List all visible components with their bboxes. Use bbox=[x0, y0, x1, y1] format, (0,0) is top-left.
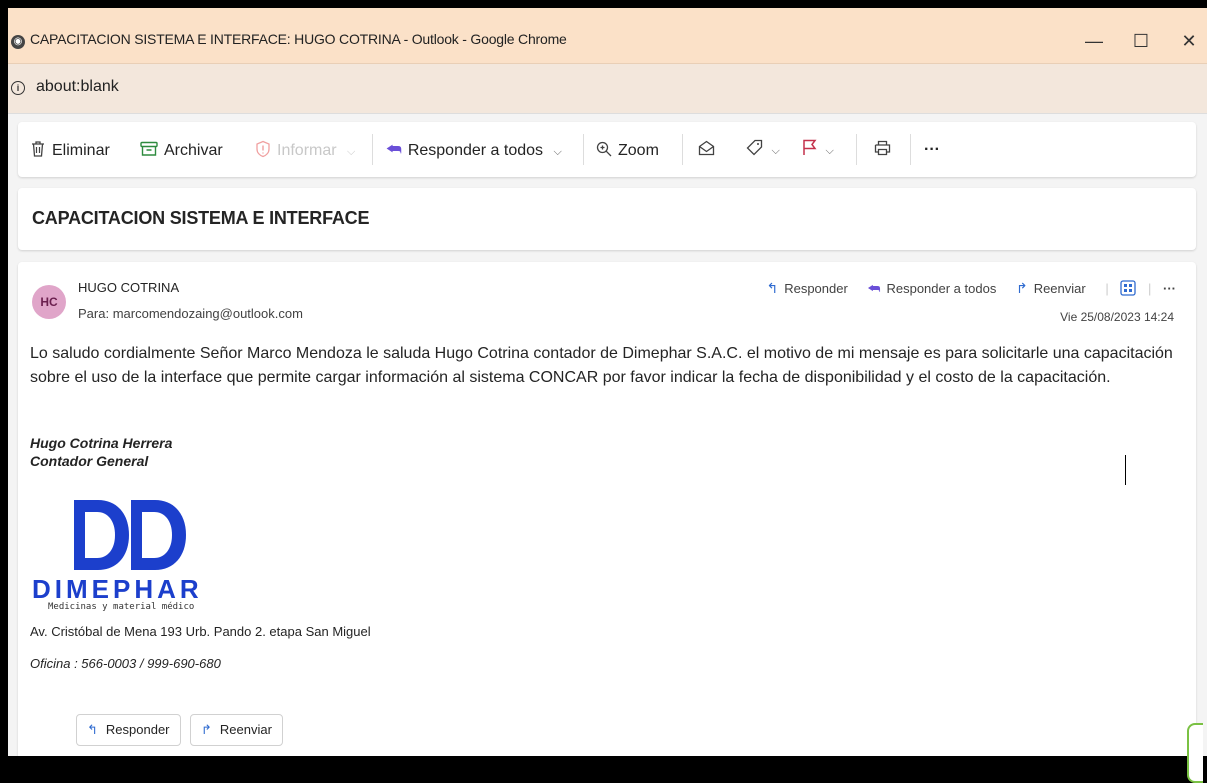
sender-name[interactable]: HUGO COTRINA bbox=[78, 280, 179, 295]
signature-role: Contador General bbox=[30, 453, 149, 469]
outlook-reading-pane: Eliminar Archivar Informar ⌵ ⮪ Responder … bbox=[8, 114, 1207, 756]
flag-button[interactable]: ⌵ bbox=[802, 122, 834, 177]
divider bbox=[682, 134, 683, 165]
message-toolbar: Eliminar Archivar Informar ⌵ ⮪ Responder … bbox=[18, 122, 1196, 177]
chevron-down-icon: ⌵ bbox=[825, 145, 834, 157]
recipient-email[interactable]: marcomendozaing@outlook.com bbox=[113, 306, 303, 321]
avatar[interactable]: HC bbox=[32, 285, 66, 319]
signature-phone: Oficina : 566-0003 / 999-690-680 bbox=[30, 656, 221, 671]
report-button[interactable]: Informar ⌵ bbox=[255, 122, 355, 177]
reply-icon: ↰ bbox=[766, 280, 779, 296]
minimize-button[interactable]: — bbox=[1079, 28, 1109, 54]
more-actions-button[interactable]: ··· bbox=[924, 122, 940, 177]
archive-button[interactable]: Archivar bbox=[140, 122, 223, 177]
zoom-button[interactable]: Zoom bbox=[596, 122, 659, 177]
shield-alert-icon bbox=[255, 122, 271, 177]
flag-icon bbox=[802, 139, 821, 158]
divider: | bbox=[1105, 281, 1109, 296]
close-button[interactable]: ✕ bbox=[1174, 28, 1204, 54]
signature-block: Hugo Cotrina Herrera Contador General bbox=[30, 434, 172, 470]
delete-button[interactable]: Eliminar bbox=[30, 122, 110, 177]
message-date: Vie 25/08/2023 14:24 bbox=[1060, 310, 1174, 324]
zoom-icon bbox=[596, 122, 612, 177]
reply-all-header-button[interactable]: ⮪ Responder a todos bbox=[867, 280, 997, 296]
forward-button[interactable]: ↱ Reenviar bbox=[1015, 280, 1086, 296]
signature-address: Av. Cristóbal de Mena 193 Urb. Pando 2. … bbox=[30, 624, 371, 639]
to-label: Para: bbox=[78, 306, 110, 321]
trash-icon bbox=[30, 122, 46, 177]
message-body: Lo saludo cordialmente Señor Marco Mendo… bbox=[30, 345, 1173, 386]
footer-reply-button[interactable]: ↰ Responder bbox=[76, 714, 181, 746]
subject-bar: CAPACITACION SISTEMA E INTERFACE bbox=[18, 188, 1196, 250]
dd-logo-mark bbox=[74, 500, 186, 570]
printer-icon bbox=[874, 140, 891, 158]
recipient-line: Para: marcomendozaing@outlook.com bbox=[78, 306, 303, 321]
footer-reply-label: Responder bbox=[105, 722, 170, 737]
logo-brand: DIMEPHAR bbox=[32, 574, 203, 604]
divider bbox=[910, 134, 911, 165]
forward-icon: ↱ bbox=[201, 722, 212, 737]
text-cursor bbox=[1125, 455, 1126, 485]
divider: | bbox=[1147, 281, 1152, 296]
header-actions: ↰ Responder ⮪ Responder a todos ↱ Reenviar … bbox=[750, 280, 1176, 297]
forward-icon: ↱ bbox=[1015, 280, 1028, 296]
window-title: CAPACITACION SISTEMA E INTERFACE: HUGO C… bbox=[30, 31, 567, 47]
message-subject: CAPACITACION SISTEMA E INTERFACE bbox=[32, 208, 370, 228]
reply-all-label: Responder a todos bbox=[407, 142, 544, 159]
address-bar: i about:blank bbox=[8, 64, 1207, 114]
reply-label: Responder bbox=[784, 281, 848, 296]
reply-all-icon: ⮪ bbox=[867, 280, 881, 296]
forward-label: Reenviar bbox=[1033, 281, 1086, 296]
archive-icon bbox=[140, 122, 158, 177]
chevron-down-icon: ⌵ bbox=[553, 146, 562, 158]
mark-read-button[interactable] bbox=[698, 122, 715, 177]
chevron-down-icon: ⌵ bbox=[771, 145, 780, 157]
company-logo: DIMEPHAR Medicinas y material médico bbox=[30, 492, 216, 612]
apps-button[interactable] bbox=[1120, 280, 1140, 296]
print-button[interactable] bbox=[874, 122, 891, 177]
signature-name: Hugo Cotrina Herrera bbox=[30, 435, 173, 451]
report-label: Informar bbox=[277, 142, 337, 159]
reply-all-button[interactable]: ⮪ Responder a todos ⌵ bbox=[386, 122, 562, 177]
reply-icon: ↰ bbox=[87, 722, 98, 737]
tag-icon bbox=[746, 139, 767, 158]
zoom-label: Zoom bbox=[618, 142, 659, 159]
logo-tagline: Medicinas y material médico bbox=[48, 602, 195, 612]
reply-all-label: Responder a todos bbox=[886, 281, 997, 296]
apps-grid-icon bbox=[1120, 280, 1137, 296]
footer-forward-label: Reenviar bbox=[219, 722, 272, 737]
message-card: HC HUGO COTRINA Para: marcomendozaing@ou… bbox=[18, 262, 1196, 756]
delete-label: Eliminar bbox=[52, 142, 110, 159]
chevron-down-icon: ⌵ bbox=[347, 146, 356, 158]
title-bar: ◉ CAPACITACION SISTEMA E INTERFACE: HUGO… bbox=[8, 8, 1207, 64]
envelope-open-icon bbox=[698, 140, 715, 158]
browser-window: ◉ CAPACITACION SISTEMA E INTERFACE: HUGO… bbox=[8, 8, 1207, 756]
reply-button[interactable]: ↰ Responder bbox=[766, 280, 848, 296]
divider bbox=[583, 134, 584, 165]
categorize-button[interactable]: ⌵ bbox=[746, 122, 780, 177]
info-icon[interactable]: i bbox=[11, 81, 25, 95]
reply-all-icon: ⮪ bbox=[386, 140, 402, 159]
url-text[interactable]: about:blank bbox=[36, 78, 119, 96]
maximize-button[interactable]: ☐ bbox=[1126, 28, 1156, 54]
archive-label: Archivar bbox=[164, 142, 223, 159]
divider bbox=[856, 134, 857, 165]
chrome-icon: ◉ bbox=[11, 35, 25, 49]
side-widget-tab[interactable] bbox=[1187, 723, 1203, 783]
divider bbox=[372, 134, 373, 165]
footer-forward-button[interactable]: ↱ Reenviar bbox=[190, 714, 283, 746]
more-options-button[interactable]: ··· bbox=[1163, 281, 1176, 296]
